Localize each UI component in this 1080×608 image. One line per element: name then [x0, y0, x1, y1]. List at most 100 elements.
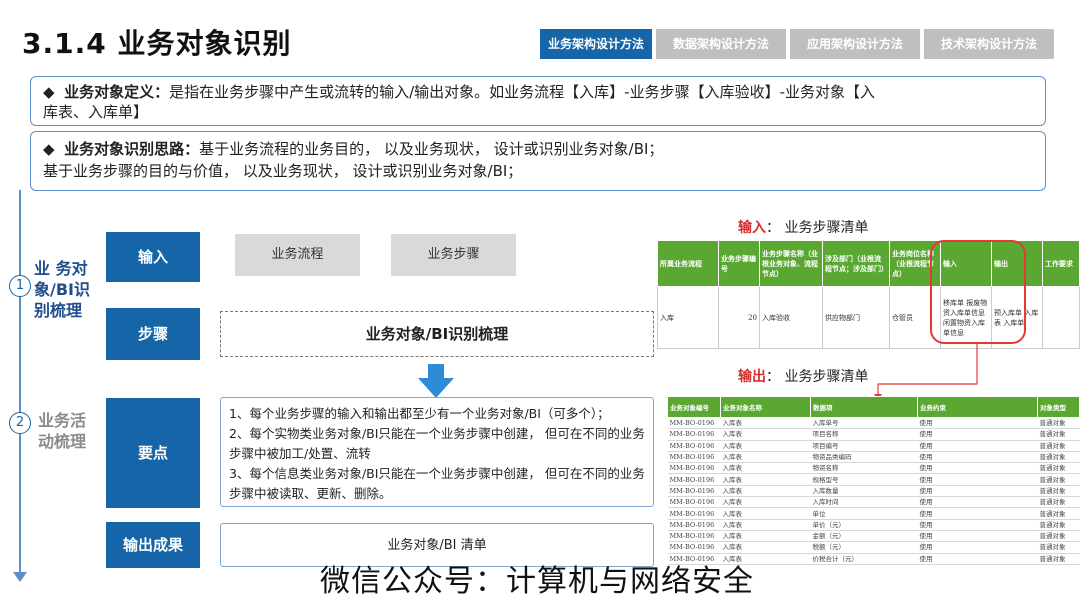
- down-arrow-icon: [418, 364, 454, 398]
- bullet-icon: ◆: [43, 140, 55, 158]
- table-cell: 入库: [657, 286, 719, 349]
- definition-text: 是指在业务步骤中产生或流转的输入/输出对象。如业务流程【入库】-业务步骤【入库验…: [169, 83, 875, 101]
- method-tabs: 业务架构设计方法 数据架构设计方法 应用架构设计方法 技术架构设计方法: [540, 29, 1054, 59]
- point-item: 2、每个实物类业务对象/BI只能在一个业务步骤中创建， 但可在不同的业务步骤中被…: [229, 426, 645, 461]
- table-cell: MM-BO-0196: [667, 462, 721, 475]
- table-cell: 入库表: [720, 519, 811, 531]
- output-list-label-suffix: ： 业务步骤清单: [766, 369, 869, 385]
- table-row: MM-BO-0196 入库表 项目编号 使用 普通对象: [667, 440, 1080, 452]
- table-cell: 使用: [917, 519, 1038, 531]
- table-cell: MM-BO-0196: [667, 507, 721, 520]
- approach-text-cont: 基于业务步骤的目的与价值， 以及业务现状， 设计或识别业务对象/BI；: [43, 162, 523, 180]
- table-cell: MM-BO-0196: [667, 473, 721, 486]
- steps-table-header: 业务步骤编号: [718, 240, 760, 287]
- timeline-line: [19, 190, 21, 575]
- steps-table-header: 涉及部门（业根流程节点；涉及部门）: [822, 240, 890, 287]
- approach-text: 基于业务流程的业务目的， 以及业务现状， 设计或识别业务对象/BI；: [199, 140, 664, 158]
- table-cell: 使用: [917, 428, 1038, 441]
- table-cell: 规格型号: [810, 473, 918, 486]
- table-cell: 物资名称: [810, 462, 918, 475]
- table-cell: 入库表: [720, 485, 811, 498]
- table-cell: 入库表: [720, 440, 811, 452]
- bo-table-header: 业务约束: [917, 396, 1038, 418]
- table-cell: 使用: [917, 451, 1038, 464]
- tab-application-architecture[interactable]: 应用架构设计方法: [790, 29, 920, 59]
- definition-box: ◆ 业务对象定义：是指在业务步骤中产生或流转的输入/输出对象。如业务流程【入库】…: [30, 76, 1046, 126]
- table-row: MM-BO-0196 入库表 单位 使用 普通对象: [667, 507, 1080, 520]
- section-2-title: 业务活 动梳理: [38, 410, 98, 452]
- points-box: 1、每个业务步骤的输入和输出都至少有一个业务对象/BI（可多个）； 2、每个实物…: [220, 397, 654, 507]
- input-business-step: 业务步骤: [391, 234, 516, 276]
- watermark: 微信公众号：计算机与网络安全: [320, 564, 754, 599]
- table-cell: 普通对象: [1037, 440, 1080, 452]
- tab-business-architecture[interactable]: 业务架构设计方法: [540, 29, 652, 59]
- table-cell: 入库时间: [810, 496, 918, 509]
- table-cell: 普通对象: [1037, 507, 1080, 520]
- table-cell: MM-BO-0196: [667, 440, 721, 452]
- table-cell: 单位: [810, 507, 918, 520]
- table-row: MM-BO-0196 入库表 规格型号 使用 普通对象: [667, 473, 1080, 486]
- approach-box: ◆ 业务对象识别思路：基于业务流程的业务目的， 以及业务现状， 设计或识别业务对…: [30, 131, 1046, 191]
- table-row: MM-BO-0196 入库表 金额（元） 使用 普通对象: [667, 530, 1080, 543]
- table-cell: 项目编号: [810, 440, 918, 452]
- table-cell: MM-BO-0196: [667, 428, 721, 441]
- table-cell: 入库表: [720, 530, 811, 543]
- table-cell: 普通对象: [1037, 462, 1080, 475]
- steps-table-header: 所属业务流程: [657, 240, 719, 287]
- tab-data-architecture[interactable]: 数据架构设计方法: [656, 29, 786, 59]
- bo-table: 业务对象编号 业务对象名称 数据项 业务约束 对象类型 MM-BO-0196 入库…: [667, 396, 1080, 565]
- definition-term: 业务对象定义：: [64, 83, 170, 101]
- input-list-label-suffix: ： 业务步骤清单: [766, 220, 869, 236]
- table-cell: 使用: [917, 530, 1038, 543]
- table-cell: 普通对象: [1037, 530, 1080, 543]
- table-cell: 使用: [917, 496, 1038, 509]
- input-list-label: 输入： 业务步骤清单: [738, 217, 868, 237]
- steps-label: 步骤: [106, 308, 200, 360]
- tab-technology-architecture[interactable]: 技术架构设计方法: [924, 29, 1054, 59]
- definition-text-cont: 库表、入库单】: [43, 103, 149, 121]
- output-list-label: 输出： 业务步骤清单: [738, 366, 868, 386]
- section-1-title-line: 象/BI识: [34, 280, 90, 299]
- table-cell: MM-BO-0196: [667, 530, 721, 543]
- input-list-label-prefix: 输入: [738, 220, 766, 236]
- table-cell: 使用: [917, 473, 1038, 486]
- table-cell: 物资品类编码: [810, 451, 918, 464]
- steps-box: 业务对象/BI识别梳理: [220, 311, 654, 357]
- table-row: MM-BO-0196 入库表 单价（元） 使用 普通对象: [667, 519, 1080, 531]
- point-item: 1、每个业务步骤的输入和输出都至少有一个业务对象/BI（可多个）；: [229, 406, 610, 421]
- table-cell: 普通对象: [1037, 428, 1080, 441]
- table-cell: 使用: [917, 440, 1038, 452]
- table-cell: 入库表: [720, 541, 811, 554]
- steps-table-header: 工作要求: [1042, 240, 1080, 287]
- table-cell: 使用: [917, 462, 1038, 475]
- page-title: 3.1.4 业务对象识别: [22, 27, 292, 60]
- steps-table-header: 业务步骤名称（业根业务对象、流程节点）: [759, 240, 823, 287]
- connector-arrow-icon: [874, 342, 978, 400]
- table-cell: 单价（元）: [810, 519, 918, 531]
- table-cell: 入库表: [720, 417, 811, 430]
- input-business-process: 业务流程: [235, 234, 360, 276]
- table-cell: MM-BO-0196: [667, 519, 721, 531]
- highlight-io-columns: [930, 240, 1026, 344]
- points-label: 要点: [106, 398, 200, 508]
- table-cell: 使用: [917, 485, 1038, 498]
- table-cell: 入库表: [720, 428, 811, 441]
- table-cell: [1042, 286, 1080, 349]
- table-cell: MM-BO-0196: [667, 496, 721, 509]
- table-row: MM-BO-0196 入库表 物资品类编码 使用 普通对象: [667, 451, 1080, 464]
- section-2-number: 2: [9, 412, 31, 434]
- table-cell: 普通对象: [1037, 541, 1080, 554]
- section-2-title-line: 业务活: [38, 411, 87, 430]
- table-row: MM-BO-0196 入库表 入库单号 使用 普通对象: [667, 417, 1080, 430]
- table-cell: 普通对象: [1037, 417, 1080, 430]
- section-1-title-line: 业 务对: [34, 259, 88, 278]
- table-cell: 普通对象: [1037, 519, 1080, 531]
- table-row: MM-BO-0196 入库表 入库数量 使用 普通对象: [667, 485, 1080, 498]
- table-cell: MM-BO-0196: [667, 417, 721, 430]
- table-cell: 普通对象: [1037, 496, 1080, 509]
- output-list-label-prefix: 输出: [738, 369, 766, 385]
- table-cell: MM-BO-0196: [667, 541, 721, 554]
- bo-table-header: 业务对象编号: [667, 396, 721, 418]
- table-cell: 20: [718, 286, 760, 349]
- table-cell: 普通对象: [1037, 473, 1080, 486]
